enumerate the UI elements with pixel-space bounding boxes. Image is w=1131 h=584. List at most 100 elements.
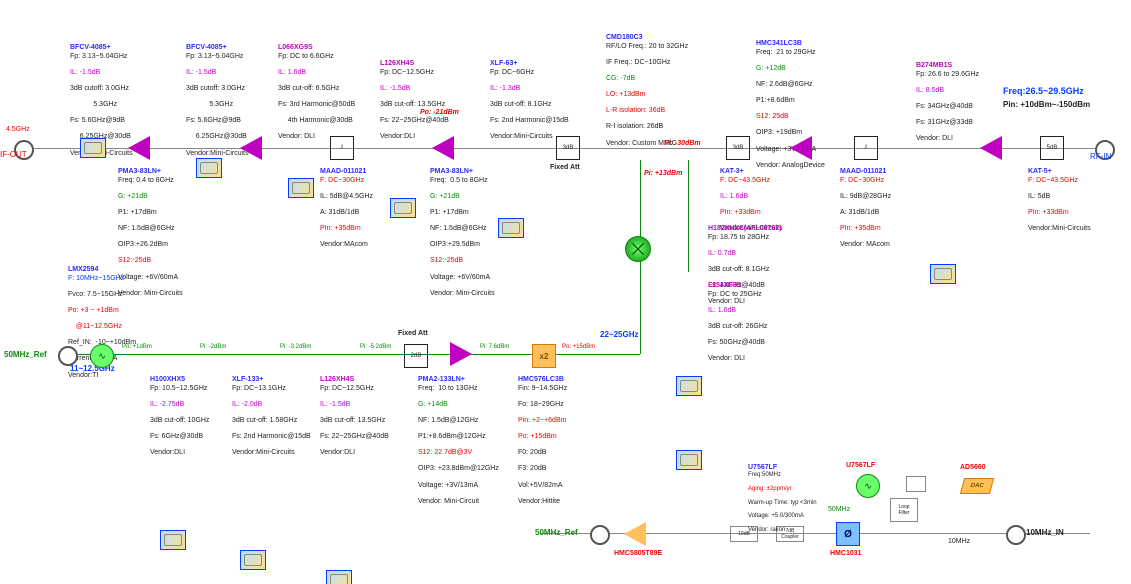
cmd180-body: RF/LO Freq.: 20 to 32GHz IF Freq.: DC~10… [606, 43, 688, 156]
pma2-body: Freq: 0.5 to 8GHz G: +21dB P1: +17dBm NF… [430, 177, 495, 298]
h182-title: H182XHXS(AFL06767) [708, 225, 782, 233]
maad2-icon: ⫽ [854, 136, 878, 160]
l126a-body: Fp: DC~12.5GHz IL: -1.5dB 3dB cut-off: 1… [380, 69, 449, 141]
hmc576-x2-icon: x2 [532, 344, 556, 368]
l126a-po: Po: -21dBm [420, 109, 459, 117]
bfcv2-icon [196, 158, 222, 178]
pma1-amp-icon [128, 136, 150, 160]
mid-po5: Po: +15dBm [562, 344, 595, 351]
ref50-name: 50MHz_Ref [4, 350, 47, 359]
hmc5805-label: HMC5805T89E [614, 550, 662, 558]
l126a-icon [390, 198, 416, 218]
bfcv1-icon [80, 138, 106, 158]
if-out-freq: 4.5GHz [6, 126, 30, 134]
xlf63-title: XLF-63+ [490, 60, 517, 68]
fixed-att1-icon: 3dB [556, 136, 580, 160]
pma133-title: PMA2-133LN+ [418, 376, 465, 384]
rf-in-freq: Freq:26.5~29.5GHz [1003, 86, 1084, 96]
hmc576-body: Fin: 9~14.5GHz Fo: 18~29GHz Pin: +2~+6dB… [518, 385, 567, 506]
l066-title: L066XG9S [278, 44, 313, 52]
switch-icon [906, 476, 926, 492]
l254-title: L254XF3S [708, 282, 741, 290]
h100-title: H100XHX5 [150, 376, 185, 384]
maad1-title: MAAD-011021 [320, 168, 366, 176]
hmc341-title: HMC341LC3B [756, 40, 802, 48]
amp2-icon [240, 136, 262, 160]
mid-band-out: 22~25GHz [600, 330, 638, 339]
maad2-title: MAAD-011021 [840, 168, 886, 176]
b274-title: B274MB1S [916, 62, 952, 70]
in10-port [1006, 525, 1026, 545]
low-10mhz: 10MHz [948, 538, 970, 546]
h100-body: Fp: 10.5~12.5GHz IL: -2.75dB 3dB cut-off… [150, 385, 209, 457]
fixed-att2-icon: 2dB [404, 344, 428, 368]
xlf63-icon [498, 218, 524, 238]
l254-body: Fp: DC to 25GHz IL: 1.6dB 3dB cut-off: 2… [708, 291, 767, 363]
pma2-title: PMA3-83LN+ [430, 168, 473, 176]
maad1-icon: ⫽ [330, 136, 354, 160]
amp-pre-rf-icon [980, 136, 1002, 160]
mid-po4: Pi: 7.6dBm [480, 344, 509, 351]
u7567-osc-icon: ∿ [856, 474, 880, 498]
cmd180-title: CMD180C3 [606, 34, 643, 42]
kat5-icon: 5dB [1040, 136, 1064, 160]
pma133-amp-icon [450, 342, 472, 366]
b274-icon [930, 264, 956, 284]
hmc1031-label: HMC1031 [830, 550, 862, 558]
bfcv1-title: BFCV-4085+ [70, 44, 111, 52]
mixer-icon [625, 236, 651, 262]
bfcv2-title: BFCV-4085+ [186, 44, 227, 52]
fixed-att1-label: Fixed Att [550, 164, 580, 172]
rf-in-pin: Pin: +10dBm~-150dBm [1003, 100, 1090, 109]
b274-body: Fp: 26.6 to 29.6GHz IL: 8.5dB Fs: 34GHz@… [916, 71, 979, 143]
kat3-title: KAT-3+ [720, 168, 744, 176]
loopfilter-box: Loop Filter [890, 498, 918, 522]
xlf63-body: Fp: DC~6GHz IL: -1.3dB 3dB cut-off: 8.1G… [490, 69, 569, 141]
mid-po3: Pi: -5.2dBm [360, 344, 391, 351]
h100-icon [160, 530, 186, 550]
mid-po2: Pi: -3.2dBm [280, 344, 311, 351]
dac-icon: DAC [960, 478, 994, 494]
lmx-title: LMX2594 [68, 266, 98, 274]
pma1-title: PMA3-83LN+ [118, 168, 161, 176]
kat3-icon: 3dB [726, 136, 750, 160]
ref50-port [58, 346, 78, 366]
kat5-body: F: DC~43.5GHz IL: 5dB PIn: +33dBm Vendor… [1028, 177, 1091, 233]
l066-icon [288, 178, 314, 198]
hmc576-title: HMC576LC3B [518, 376, 564, 384]
ref50-low-name: 50MHz_Ref [535, 528, 578, 537]
xlf133-icon [240, 550, 266, 570]
l254-icon [676, 450, 702, 470]
l126b-title: L126XH4S [320, 376, 354, 384]
mix-lo: Pi: +13dBm [644, 170, 682, 178]
hmc5805-amp-icon [624, 522, 646, 546]
maad2-body: F: DC~30GHz IL: 9dB@28GHz A: 31dB/1dB PI… [840, 177, 891, 249]
hmc341-amp-icon [790, 136, 812, 160]
xlf133-body: Fp: DC~13.1GHz IL: -2.0dB 3dB cut-off: 1… [232, 385, 311, 457]
l126a-title: L126XH4S [380, 60, 414, 68]
pma2-amp-icon [432, 136, 454, 160]
mid-po1: Pi: -2dBm [200, 344, 226, 351]
kat5-title: KAT-5+ [1028, 168, 1052, 176]
ref50-low-port [590, 525, 610, 545]
l066-body: Fp: DC to 6.6GHz IL: 1.6dB 3dB cut-off: … [278, 53, 355, 142]
mid-po0: Po: +1dBm [122, 344, 152, 351]
l126b-icon [326, 570, 352, 584]
if-out-name: IF-OUT [0, 150, 27, 159]
maad1-body: F: DC~30GHz IL: 5dB@4.5GHz A: 31dB/1dB P… [320, 177, 373, 249]
rf-in-name: RF-IN [1090, 152, 1111, 161]
u7567-title: U7567LF [748, 464, 777, 472]
xlf133-title: XLF-133+ [232, 376, 263, 384]
in10-name: 10MHz_IN [1026, 528, 1064, 537]
fixed-att2-label: Fixed Att [398, 330, 428, 338]
lmx-osc-icon: ∿ [90, 344, 114, 368]
u7567-body: Freq:50MHz Aging: ±2ppm/yr Warm-up Time:… [748, 472, 817, 534]
l126b-body: Fp: DC~12.5GHz IL: -1.5dB 3dB cut-off: 1… [320, 385, 389, 457]
h182-icon [676, 376, 702, 396]
pma133-body: Freq: 10 to 13GHz G: +14dB NF: 1.5dB@12G… [418, 385, 499, 506]
u7567-osc-label: U7567LF [846, 462, 875, 470]
ad5660-label: AD5660 [960, 464, 986, 472]
mix-pi: Pi: -30dBm [664, 140, 701, 148]
low-50mhz: 50MHz [828, 506, 850, 514]
hmc1031-pll-icon: Ø [836, 522, 860, 546]
